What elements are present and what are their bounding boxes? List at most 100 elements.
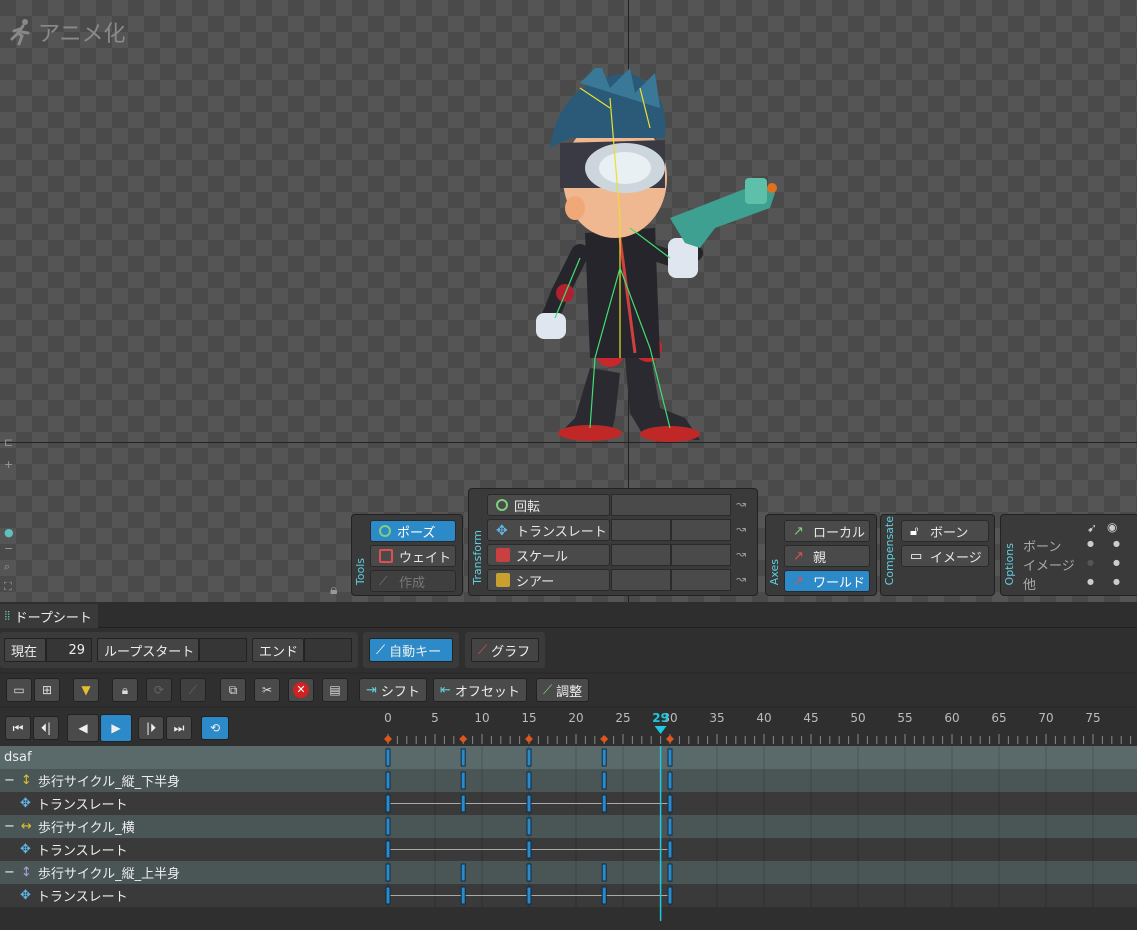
shift-button[interactable]: ⇥ シフト xyxy=(359,678,427,702)
key-diamond[interactable] xyxy=(666,735,674,743)
create-tool-button[interactable]: ⟋ 作成 xyxy=(370,570,456,592)
last-frame-icon[interactable]: ⏭ xyxy=(166,716,192,740)
fit-view-icon[interactable]: ⛶ xyxy=(4,580,12,594)
prev-key-icon[interactable]: ⏴| xyxy=(33,716,59,740)
rotate-chain-icon[interactable]: ↝ xyxy=(736,497,746,511)
graph-group: ⟋ グラフ xyxy=(465,632,545,668)
auto-key-button[interactable]: ⟋ 自動キー xyxy=(369,638,453,662)
channel-row-translate[interactable]: ✥ トランスレート xyxy=(0,884,1137,907)
option-images-select-dot[interactable]: ● xyxy=(1087,558,1094,567)
channel-row-translate[interactable]: ✥ トランスレート xyxy=(0,792,1137,815)
collapse-minus-icon[interactable]: − xyxy=(4,773,15,788)
frame-icon[interactable]: ⊏ xyxy=(4,436,13,449)
rotate-button[interactable]: 回転 xyxy=(487,494,610,516)
next-key-icon[interactable]: |⏵ xyxy=(138,716,164,740)
play-backward-icon[interactable]: ◀ xyxy=(67,714,99,742)
ruler-label: 10 xyxy=(474,711,489,725)
world-axis-button[interactable]: ↗ ワールド xyxy=(784,570,870,592)
local-axis-icon: ↗ xyxy=(793,524,804,539)
ruler-label: 45 xyxy=(803,711,818,725)
scale-icon xyxy=(496,548,510,562)
shear-x-field[interactable] xyxy=(611,569,671,591)
option-other-visible-dot[interactable]: ● xyxy=(1113,577,1120,586)
pose-tool-button[interactable]: ポーズ xyxy=(370,520,456,542)
skeleton-header-row[interactable]: dsaf xyxy=(0,746,1137,769)
cut-icon[interactable]: ✂ xyxy=(254,678,280,702)
group-row-upper-body[interactable]: − ↕ 歩行サイクル_縦_上半身 xyxy=(0,861,1137,884)
translate-chain-icon[interactable]: ↝ xyxy=(736,522,746,536)
copy-icon[interactable]: ⧉ xyxy=(220,678,246,702)
key-diamond[interactable] xyxy=(525,735,533,743)
collapse-minus-icon[interactable]: − xyxy=(4,819,15,834)
zoom-out-icon[interactable]: − xyxy=(4,542,13,555)
translate-x-field[interactable] xyxy=(611,519,671,541)
shear-chain-icon[interactable]: ↝ xyxy=(736,572,746,586)
viewport-canvas[interactable]: アニメ化 ⊏ + ● − ⌕ ⛶ 🔒︎ Tools ポーズ ウェイト ⟋ 作成 … xyxy=(0,0,1137,602)
loop-start-input[interactable] xyxy=(199,638,247,662)
adjust-label: 調整 xyxy=(556,684,583,700)
image-icon: ▭ xyxy=(910,549,923,564)
offset-button[interactable]: ⇤ オフセット xyxy=(433,678,527,702)
filter-icon[interactable]: ▼ xyxy=(73,678,99,702)
translate-y-field[interactable] xyxy=(671,519,731,541)
channel-row-translate[interactable]: ✥ トランスレート xyxy=(0,838,1137,861)
paste-icon[interactable]: ▤ xyxy=(322,678,348,702)
compensate-bone-button[interactable]: 🔓︎ ボーン xyxy=(901,520,989,542)
collapse-all-icon[interactable]: ▭ xyxy=(6,678,32,702)
magnifier-icon[interactable]: ⌕ xyxy=(4,560,10,574)
timeline-ruler[interactable]: 051015202530354045505560657075829 xyxy=(380,708,1137,746)
lock-keys-icon[interactable]: 🔒︎ xyxy=(112,678,138,702)
rotate-label: 回転 xyxy=(514,499,541,515)
shear-y-field[interactable] xyxy=(671,569,731,591)
local-axis-button[interactable]: ↗ ローカル xyxy=(784,520,870,542)
option-bones-select-dot[interactable]: ● xyxy=(1087,539,1094,548)
zoom-slider-handle[interactable]: ● xyxy=(4,526,14,539)
option-bones-visible-dot[interactable]: ● xyxy=(1113,539,1120,548)
current-frame-input[interactable]: 29 xyxy=(46,638,92,662)
dopesheet-tracks[interactable]: dsaf − ↕ 歩行サイクル_縦_下半身 ✥ トランスレート − ↔ 歩行サイクル_横 … xyxy=(0,746,1137,930)
character-skeleton-image[interactable] xyxy=(520,68,810,448)
option-images-visible-dot[interactable]: ● xyxy=(1113,558,1120,567)
group-row-horizontal[interactable]: − ↔ 歩行サイクル_横 xyxy=(0,815,1137,838)
horizontal-arrow-icon: ↔ xyxy=(20,819,32,834)
end-input[interactable] xyxy=(304,638,352,662)
create-bone-icon: ⟋ xyxy=(379,574,388,588)
shear-button[interactable]: シアー xyxy=(487,569,610,591)
dopesheet-frame-controls: 現在 29 ループスタート エンド ⟋ 自動キー ⟋ グラフ xyxy=(0,628,1137,672)
scale-button[interactable]: スケール xyxy=(487,544,610,566)
lock-icon[interactable]: 🔒︎ xyxy=(330,582,337,598)
bone-key-icon[interactable]: ⟋ xyxy=(180,678,206,702)
key-diamond[interactable] xyxy=(459,735,468,743)
graph-button[interactable]: ⟋ グラフ xyxy=(471,638,539,662)
rotate-icon xyxy=(496,499,508,511)
scale-chain-icon[interactable]: ↝ xyxy=(736,547,746,561)
transform-panel: Transform 回転 ↝ ✥ トランスレート ↝ スケール ↝ シアー ↝ xyxy=(468,488,758,596)
playhead-marker[interactable] xyxy=(654,726,667,734)
loop-playback-icon[interactable]: ⟲ xyxy=(201,716,229,740)
adjust-button[interactable]: ⟋ 調整 xyxy=(536,678,590,702)
option-other-select-dot[interactable]: ● xyxy=(1087,577,1094,586)
delete-icon[interactable]: ✕ xyxy=(288,678,314,702)
compensate-image-button[interactable]: ▭ イメージ xyxy=(901,545,989,567)
play-forward-icon[interactable]: ▶ xyxy=(100,714,132,742)
first-frame-icon[interactable]: ⏮ xyxy=(5,716,31,740)
rotate-value-field[interactable] xyxy=(611,494,731,516)
zoom-controls[interactable]: ⊏ + ● − ⌕ ⛶ xyxy=(0,436,18,602)
key-diamond[interactable] xyxy=(600,735,609,743)
expand-all-icon[interactable]: ⊞ xyxy=(34,678,60,702)
parent-axis-button[interactable]: ↗ 親 xyxy=(784,545,870,567)
parent-axis-label: 親 xyxy=(813,550,827,566)
scale-y-field[interactable] xyxy=(671,544,731,566)
translate-button[interactable]: ✥ トランスレート xyxy=(487,519,610,541)
group-row-lower-body[interactable]: − ↕ 歩行サイクル_縦_下半身 xyxy=(0,769,1137,792)
loop-keys-icon[interactable]: ⟳ xyxy=(146,678,172,702)
collapse-minus-icon[interactable]: − xyxy=(4,865,15,880)
group-name: 歩行サイクル_縦_上半身 xyxy=(37,867,181,882)
pose-label: ポーズ xyxy=(397,525,436,541)
weight-tool-button[interactable]: ウェイト xyxy=(370,545,456,567)
key-diamond[interactable] xyxy=(384,735,392,743)
scale-x-field[interactable] xyxy=(611,544,671,566)
tab-dopesheet[interactable]: ⣿ ドープシート xyxy=(0,604,98,628)
zoom-in-icon[interactable]: + xyxy=(4,458,13,471)
dopesheet-tab-label: ドープシート xyxy=(14,610,92,626)
